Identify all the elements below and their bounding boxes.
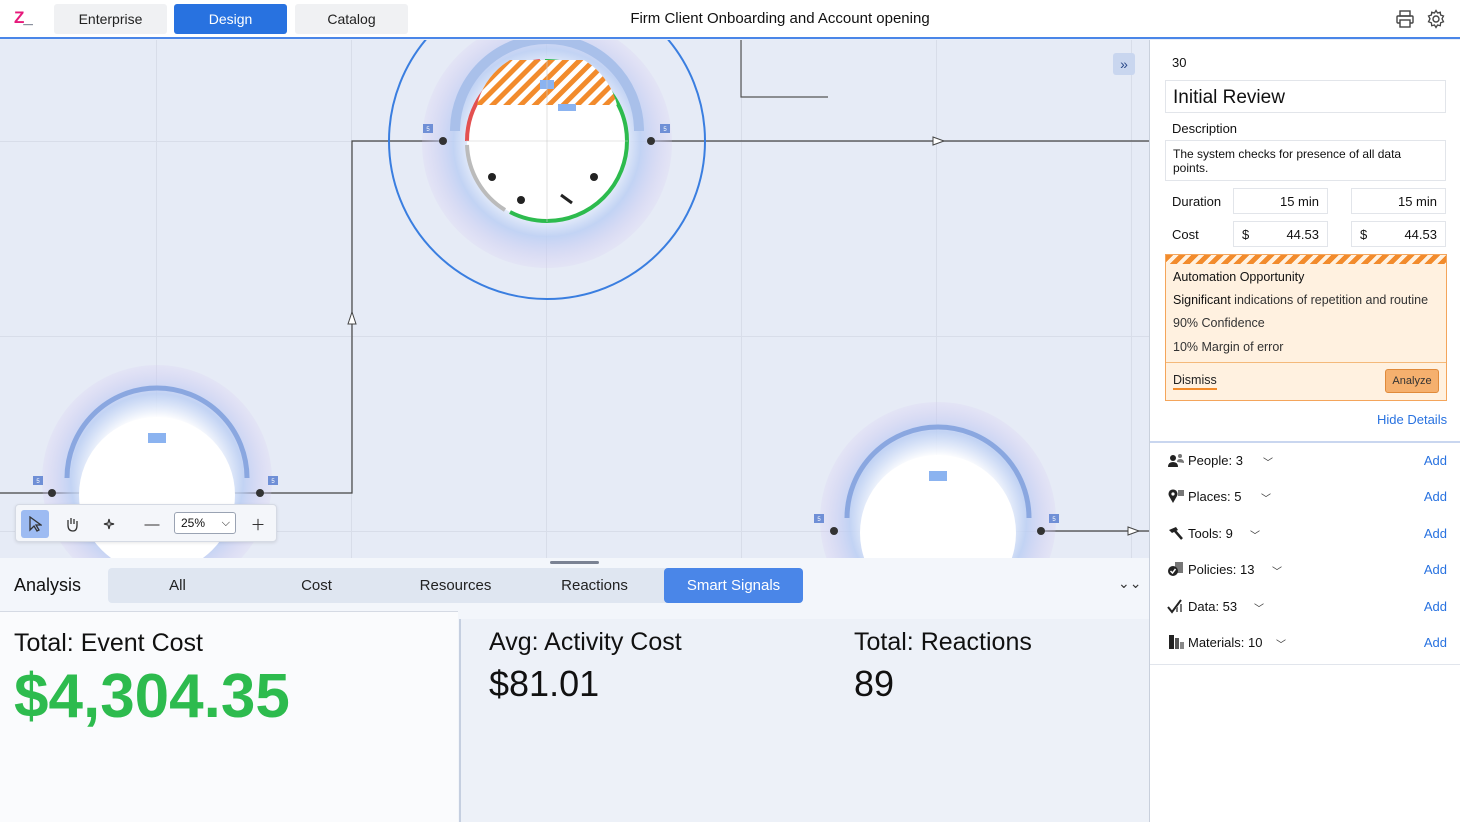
analyze-button[interactable]: Analyze (1385, 369, 1439, 393)
zoom-select[interactable]: 25% ⌵ (174, 512, 236, 534)
zoom-in-icon[interactable]: ＋ (244, 510, 272, 538)
panel-resize-handle[interactable] (550, 561, 599, 564)
hand-tool-icon[interactable] (58, 510, 86, 538)
metric-value: $81.01 (489, 663, 600, 704)
details-panel: 30 Initial Review Description The system… (1149, 40, 1460, 822)
chevron-down-icon[interactable]: ﹀ (1272, 563, 1282, 578)
tab-enterprise[interactable]: Enterprise (54, 4, 167, 34)
dismiss-button[interactable]: Dismiss (1173, 373, 1217, 390)
app-logo[interactable]: Z_ (14, 8, 33, 28)
add-data-link[interactable]: Add (1424, 599, 1447, 614)
chevron-down-icon[interactable]: ﹀ (1263, 454, 1273, 469)
hide-details-link[interactable]: Hide Details (1377, 412, 1447, 427)
duration-min-field[interactable]: 15 min (1233, 188, 1328, 214)
add-places-link[interactable]: Add (1424, 489, 1447, 504)
automation-margin: 10% Margin of error (1173, 340, 1284, 354)
automation-confidence: 90% Confidence (1173, 316, 1265, 330)
materials-icon (1169, 635, 1184, 649)
chevron-down-icon[interactable]: ﹀ (1261, 490, 1271, 505)
resource-row-people[interactable]: People: 3 ﹀ Add (1167, 450, 1447, 472)
duration-max-field[interactable]: 15 min (1351, 188, 1446, 214)
metric-label: Avg: Activity Cost (489, 628, 682, 656)
cost-label: Cost (1172, 227, 1199, 242)
process-diagram: 55 55 55 (0, 40, 1149, 558)
activity-name-input[interactable]: Initial Review (1165, 80, 1446, 113)
canvas-toolbar: — 25% ⌵ ＋ (15, 504, 277, 542)
event-cost-card: Total: Event Cost $4,304.35 (0, 611, 458, 822)
tab-catalog[interactable]: Catalog (295, 4, 408, 34)
chevron-down-icon: ⌵ (221, 517, 230, 529)
resource-row-policies[interactable]: Policies: 13 ﹀ Add (1167, 559, 1447, 581)
analysis-title: Analysis (14, 575, 82, 595)
collapse-analysis-icon[interactable]: ⌄⌄ (1118, 575, 1141, 592)
tab-design[interactable]: Design (174, 4, 287, 34)
page-title: Firm Client Onboarding and Account openi… (630, 10, 930, 27)
add-materials-link[interactable]: Add (1424, 635, 1447, 650)
metric-value: $4,304.35 (14, 662, 290, 731)
top-bar: Z_ Enterprise Design Catalog Firm Client… (0, 0, 1460, 39)
magic-tool-icon[interactable] (95, 510, 123, 538)
people-icon (1168, 454, 1184, 467)
cost-min-field[interactable]: $44.53 (1233, 221, 1328, 247)
activity-node-right: 55 (814, 402, 1059, 558)
tools-icon (1169, 527, 1183, 540)
add-tools-link[interactable]: Add (1424, 526, 1447, 541)
description-field[interactable]: The system checks for presence of all da… (1165, 140, 1446, 181)
tab-resources[interactable]: Resources (386, 568, 525, 603)
duration-label: Duration (1172, 194, 1222, 209)
metric-label: Total: Event Cost (14, 629, 203, 657)
tab-reactions[interactable]: Reactions (525, 568, 664, 603)
process-canvas[interactable]: 55 55 55 » (0, 40, 1149, 558)
resource-row-places[interactable]: Places: 5 ﹀ Add (1167, 486, 1447, 508)
resource-row-tools[interactable]: Tools: 9 ﹀ Add (1167, 523, 1447, 545)
tab-all[interactable]: All (108, 568, 247, 603)
automation-signal: Significant indications of repetition an… (1173, 293, 1429, 307)
chevron-down-icon[interactable]: ﹀ (1250, 527, 1260, 542)
resource-row-materials[interactable]: Materials: 10 ﹀ Add (1167, 632, 1447, 654)
metric-label: Total: Reactions (854, 628, 1032, 656)
analysis-tabs: All Cost Resources Reactions Smart Signa… (108, 568, 803, 603)
gear-icon[interactable] (1426, 9, 1446, 29)
metric-value: 89 (854, 663, 895, 704)
selected-activity-node: 55 (388, 40, 706, 300)
print-icon[interactable] (1395, 9, 1415, 29)
zoom-out-icon[interactable]: — (138, 510, 166, 538)
tab-smart-signals[interactable]: Smart Signals (664, 568, 803, 603)
chevron-down-icon[interactable]: ﹀ (1276, 636, 1286, 651)
automation-title: Automation Opportunity (1173, 270, 1305, 284)
automation-opportunity-card: Automation Opportunity Significant indic… (1165, 254, 1447, 401)
cost-max-field[interactable]: $44.53 (1351, 221, 1446, 247)
activity-metrics-card: Avg: Activity Cost $81.01 Total: Reactio… (459, 619, 1149, 822)
description-label: Description (1172, 121, 1238, 136)
data-icon (1167, 599, 1182, 614)
places-icon (1168, 489, 1184, 503)
add-people-link[interactable]: Add (1424, 453, 1447, 468)
collapse-panel-button[interactable]: » (1113, 53, 1135, 75)
activity-number: 30 (1172, 55, 1187, 70)
chevron-down-icon[interactable]: ﹀ (1254, 600, 1264, 615)
analysis-panel: Analysis All Cost Resources Reactions Sm… (0, 558, 1149, 822)
pointer-tool-icon[interactable] (21, 510, 49, 538)
policies-icon (1168, 562, 1183, 576)
resource-row-data[interactable]: Data: 53 ﹀ Add (1167, 596, 1447, 618)
tab-cost[interactable]: Cost (247, 568, 386, 603)
warning-stripe (1166, 255, 1446, 264)
add-policies-link[interactable]: Add (1424, 562, 1447, 577)
